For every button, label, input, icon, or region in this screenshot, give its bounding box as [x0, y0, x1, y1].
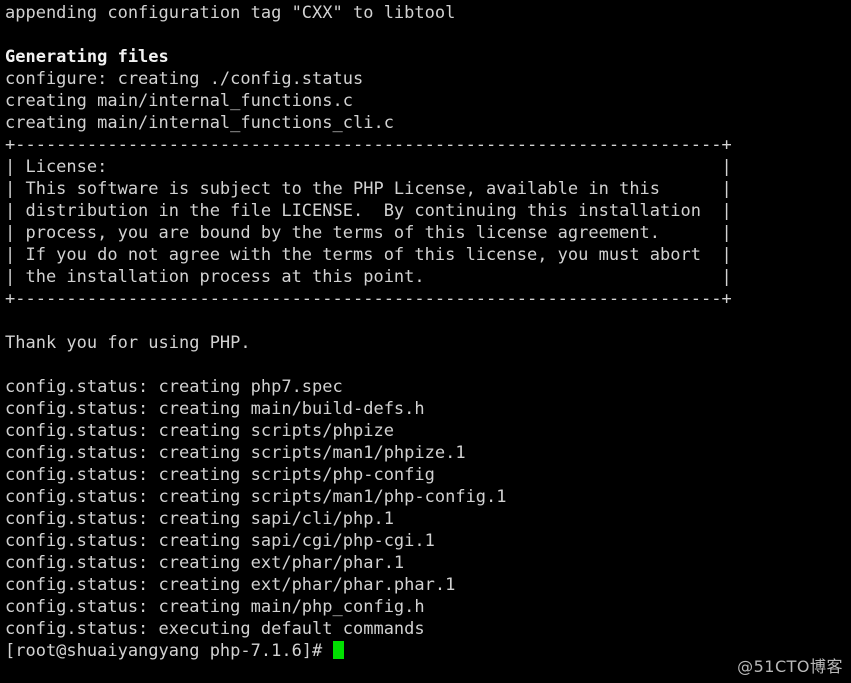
terminal-line: config.status: creating scripts/man1/php…: [5, 443, 466, 463]
terminal-line: | License: |: [5, 157, 732, 177]
terminal-line: configure: creating ./config.status: [5, 69, 364, 89]
terminal-line: config.status: creating ext/phar/phar.ph…: [5, 575, 456, 595]
terminal-line: creating main/internal_functions_cli.c: [5, 113, 394, 133]
shell-prompt-text: [root@shuaiyangyang php-7.1.6]#: [5, 641, 333, 661]
shell-prompt-line[interactable]: [root@shuaiyangyang php-7.1.6]#: [5, 640, 851, 662]
terminal-line: config.status: creating sapi/cgi/php-cgi…: [5, 531, 435, 551]
terminal-line: | the installation process at this point…: [5, 267, 732, 287]
terminal-line: config.status: creating scripts/phpize: [5, 421, 394, 441]
terminal-line: Thank you for using PHP.: [5, 333, 251, 353]
terminal-line: config.status: creating scripts/man1/php…: [5, 487, 507, 507]
terminal-line: +---------------------------------------…: [5, 135, 732, 155]
text-cursor: [332, 641, 344, 659]
watermark-label: @51CTO博客: [737, 657, 843, 676]
terminal-line: config.status: executing default command…: [5, 619, 425, 639]
terminal-line: config.status: creating sapi/cli/php.1: [5, 509, 394, 529]
terminal-line: | process, you are bound by the terms of…: [5, 223, 732, 243]
terminal-line: | If you do not agree with the terms of …: [5, 245, 732, 265]
terminal-line: config.status: creating main/build-defs.…: [5, 399, 425, 419]
terminal-output: appending configuration tag "CXX" to lib…: [5, 2, 851, 640]
terminal-line: config.status: creating php7.spec: [5, 377, 343, 397]
terminal-line: | This software is subject to the PHP Li…: [5, 179, 732, 199]
terminal-line: config.status: creating scripts/php-conf…: [5, 465, 435, 485]
terminal-line: config.status: creating main/php_config.…: [5, 597, 425, 617]
terminal-line: +---------------------------------------…: [5, 289, 732, 309]
terminal-line: creating main/internal_functions.c: [5, 91, 353, 111]
terminal-window[interactable]: appending configuration tag "CXX" to lib…: [0, 0, 851, 683]
terminal-line: Generating files: [5, 47, 169, 67]
terminal-line: appending configuration tag "CXX" to lib…: [5, 3, 456, 23]
terminal-line: config.status: creating ext/phar/phar.1: [5, 553, 405, 573]
terminal-line: | distribution in the file LICENSE. By c…: [5, 201, 732, 221]
